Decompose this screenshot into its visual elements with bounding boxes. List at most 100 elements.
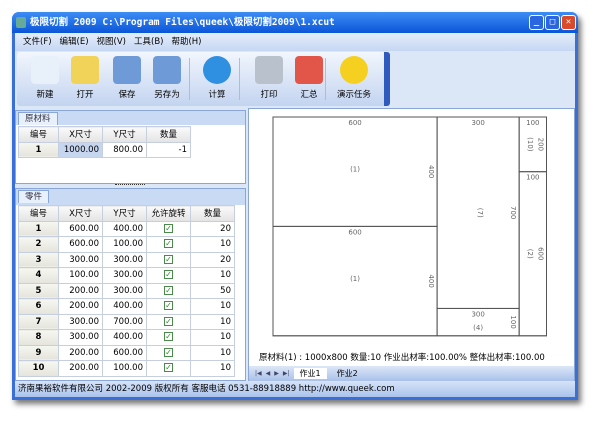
cell-x[interactable]: 100.00 <box>58 267 103 284</box>
table-row[interactable]: 1 1000.00 800.00 -1 <box>18 141 191 158</box>
toolbar-button-4[interactable]: 计算 <box>195 56 239 100</box>
checkbox-checked-icon[interactable]: ✓ <box>164 223 173 233</box>
toolbar-button-1[interactable]: 打开 <box>63 56 107 100</box>
column-header: Y尺寸 <box>102 205 147 222</box>
menu-item-0[interactable]: 文件(F) <box>23 33 52 51</box>
table-row[interactable]: 5 200.00 300.00 ✓ 50 <box>18 282 235 299</box>
cell-y[interactable]: 300.00 <box>102 251 147 268</box>
cell-x[interactable]: 200.00 <box>58 282 103 299</box>
close-button[interactable]: ✕ <box>561 15 576 30</box>
minimize-button[interactable]: _ <box>529 15 544 30</box>
tab-job-2[interactable]: 作业2 <box>331 368 364 379</box>
table-row[interactable]: 4 100.00 300.00 ✓ 10 <box>18 267 235 284</box>
cell-id[interactable]: 3 <box>18 251 59 268</box>
table-row[interactable]: 9 200.00 600.00 ✓ 10 <box>18 344 235 361</box>
cell[interactable]: 1000.00 <box>58 141 103 158</box>
cell-rotate[interactable]: ✓ <box>146 360 191 377</box>
cell-id[interactable]: 6 <box>18 298 59 315</box>
table-row[interactable]: 2 600.00 100.00 ✓ 10 <box>18 236 235 253</box>
cell-x[interactable]: 300.00 <box>58 313 103 330</box>
cell-qty[interactable]: 10 <box>190 236 235 253</box>
table-row[interactable]: 3 300.00 300.00 ✓ 20 <box>18 251 235 268</box>
cell-id[interactable]: 8 <box>18 329 59 346</box>
cell-x[interactable]: 300.00 <box>58 251 103 268</box>
cell-qty[interactable]: 20 <box>190 220 235 237</box>
tab-raw-material[interactable]: 原材料 <box>18 112 58 125</box>
checkbox-checked-icon[interactable]: ✓ <box>164 270 173 280</box>
checkbox-checked-icon[interactable]: ✓ <box>164 347 173 357</box>
nav-arrow-icon[interactable]: ▶| <box>283 370 290 377</box>
cell-qty[interactable]: 20 <box>190 251 235 268</box>
checkbox-checked-icon[interactable]: ✓ <box>164 285 173 295</box>
cell-y[interactable]: 100.00 <box>102 236 147 253</box>
toolbar-button-5[interactable]: 打印 <box>247 56 291 100</box>
cell-qty[interactable]: 10 <box>190 344 235 361</box>
cell[interactable]: 1 <box>18 141 59 158</box>
cell[interactable]: 800.00 <box>102 141 147 158</box>
table-row[interactable]: 8 300.00 400.00 ✓ 10 <box>18 329 235 346</box>
cell-id[interactable]: 1 <box>18 220 59 237</box>
menu-item-4[interactable]: 帮助(H) <box>171 33 201 51</box>
cell-rotate[interactable]: ✓ <box>146 267 191 284</box>
toolbar-button-2[interactable]: 保存 <box>105 56 149 100</box>
cell-qty[interactable]: 10 <box>190 313 235 330</box>
toolbar-button-0[interactable]: 新建 <box>23 56 67 100</box>
cell-qty[interactable]: 10 <box>190 267 235 284</box>
cell-x[interactable]: 600.00 <box>58 220 103 237</box>
cell-rotate[interactable]: ✓ <box>146 298 191 315</box>
cell-id[interactable]: 9 <box>18 344 59 361</box>
cell-id[interactable]: 10 <box>18 360 59 377</box>
table-row[interactable]: 1 600.00 400.00 ✓ 20 <box>18 220 235 237</box>
cell-y[interactable]: 400.00 <box>102 329 147 346</box>
toolbar-button-7[interactable]: 演示任务 <box>332 56 376 100</box>
cell-id[interactable]: 4 <box>18 267 59 284</box>
cell-rotate[interactable]: ✓ <box>146 344 191 361</box>
checkbox-checked-icon[interactable]: ✓ <box>164 254 173 264</box>
cell-rotate[interactable]: ✓ <box>146 282 191 299</box>
table-row[interactable]: 10 200.00 100.00 ✓ 10 <box>18 360 235 377</box>
cell-x[interactable]: 300.00 <box>58 329 103 346</box>
cell-x[interactable]: 200.00 <box>58 298 103 315</box>
cell-y[interactable]: 300.00 <box>102 282 147 299</box>
checkbox-checked-icon[interactable]: ✓ <box>164 363 173 373</box>
cell-rotate[interactable]: ✓ <box>146 236 191 253</box>
tab-job-1[interactable]: 作业1 <box>293 368 327 379</box>
cell-qty[interactable]: 10 <box>190 298 235 315</box>
cell-rotate[interactable]: ✓ <box>146 313 191 330</box>
cell-x[interactable]: 200.00 <box>58 344 103 361</box>
cell[interactable]: -1 <box>146 141 191 158</box>
cell-id[interactable]: 7 <box>18 313 59 330</box>
nav-arrow-icon[interactable]: ▶ <box>274 370 279 377</box>
maximize-button[interactable]: □ <box>545 15 560 30</box>
checkbox-checked-icon[interactable]: ✓ <box>164 316 173 326</box>
cell-qty[interactable]: 10 <box>190 329 235 346</box>
nav-arrow-icon[interactable]: |◀ <box>255 370 262 377</box>
cell-x[interactable]: 600.00 <box>58 236 103 253</box>
cell-qty[interactable]: 10 <box>190 360 235 377</box>
checkbox-checked-icon[interactable]: ✓ <box>164 301 173 311</box>
menu-item-2[interactable]: 视图(V) <box>97 33 126 51</box>
menu-item-3[interactable]: 工具(B) <box>134 33 163 51</box>
tab-parts[interactable]: 零件 <box>18 190 50 203</box>
cell-id[interactable]: 5 <box>18 282 59 299</box>
cell-y[interactable]: 400.00 <box>102 298 147 315</box>
cell-x[interactable]: 200.00 <box>58 360 103 377</box>
cell-y[interactable]: 700.00 <box>102 313 147 330</box>
checkbox-checked-icon[interactable]: ✓ <box>164 239 173 249</box>
cell-y[interactable]: 300.00 <box>102 267 147 284</box>
cell-id[interactable]: 2 <box>18 236 59 253</box>
cell-rotate[interactable]: ✓ <box>146 220 191 237</box>
cell-y[interactable]: 600.00 <box>102 344 147 361</box>
table-row[interactable]: 6 200.00 400.00 ✓ 10 <box>18 298 235 315</box>
cell-qty[interactable]: 50 <box>190 282 235 299</box>
cell-rotate[interactable]: ✓ <box>146 329 191 346</box>
table-row[interactable]: 7 300.00 700.00 ✓ 10 <box>18 313 235 330</box>
menu-item-1[interactable]: 编辑(E) <box>60 33 89 51</box>
checkbox-checked-icon[interactable]: ✓ <box>164 332 173 342</box>
splitter-handle[interactable] <box>115 184 145 187</box>
cell-y[interactable]: 100.00 <box>102 360 147 377</box>
cell-y[interactable]: 400.00 <box>102 220 147 237</box>
nav-arrow-icon[interactable]: ◀ <box>266 370 271 377</box>
cell-rotate[interactable]: ✓ <box>146 251 191 268</box>
toolbar-button-3[interactable]: 另存为 <box>145 56 189 100</box>
